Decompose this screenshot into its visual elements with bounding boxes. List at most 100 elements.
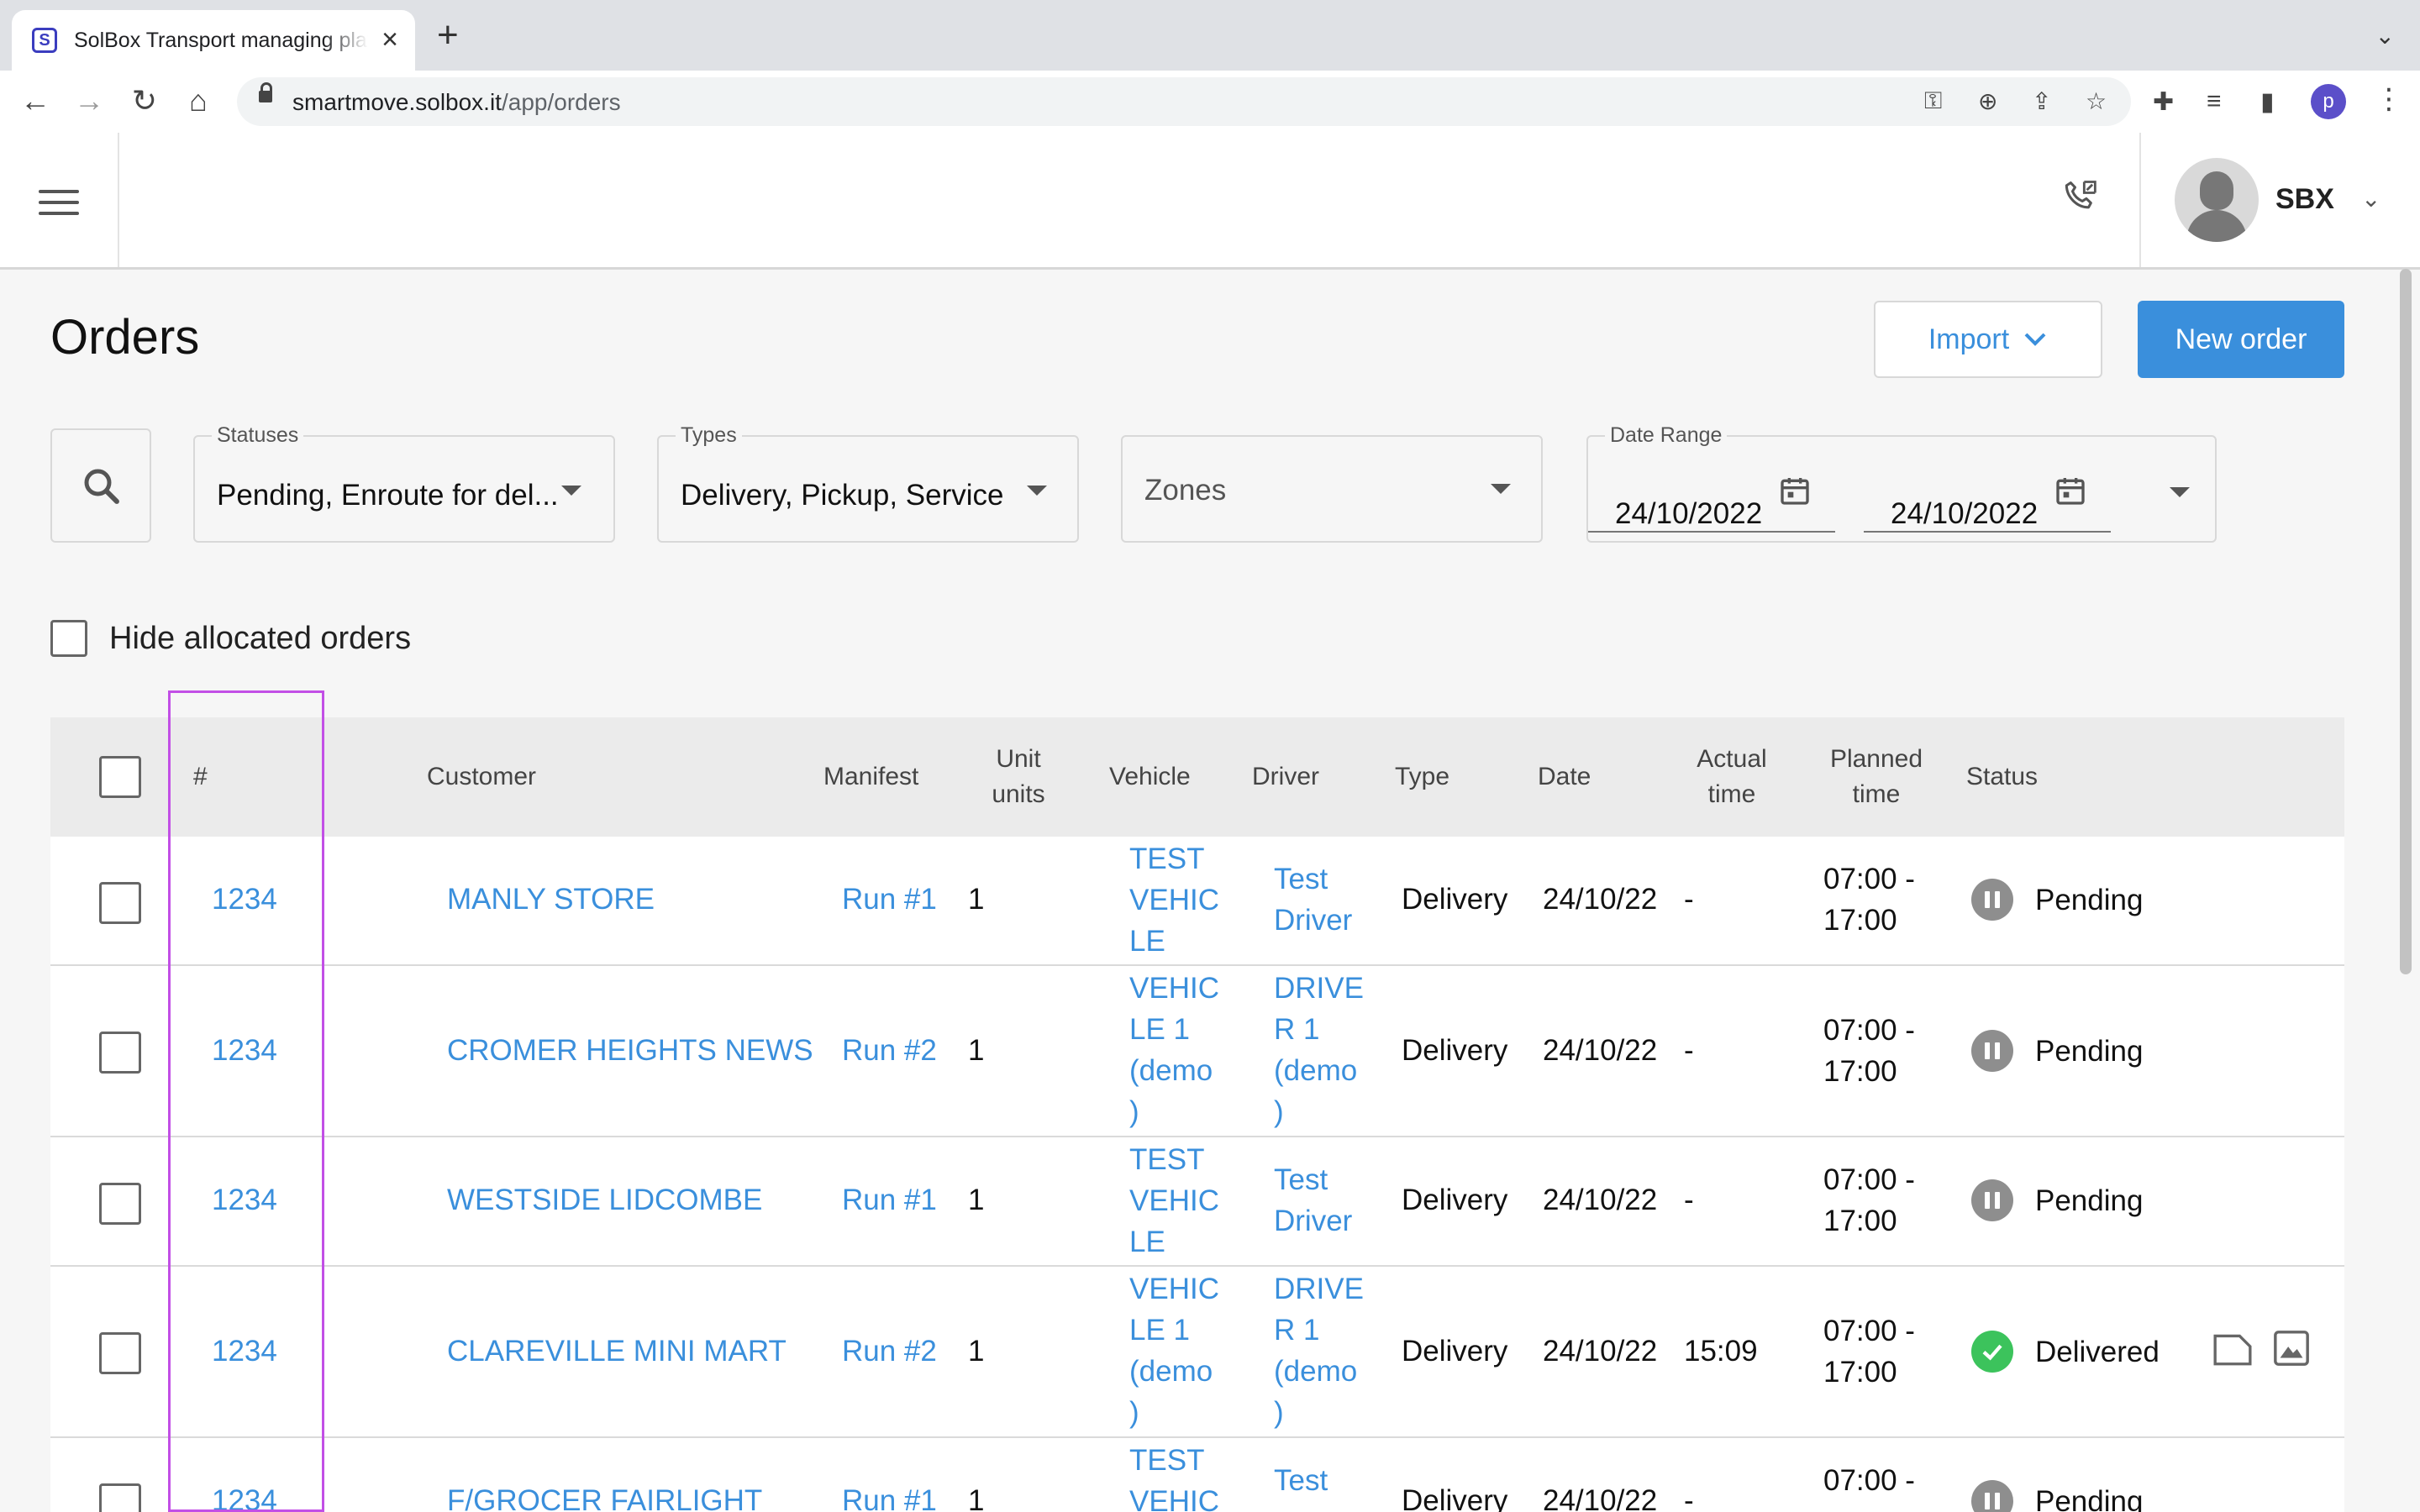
date-range-label: Date Range [1605, 423, 1728, 448]
driver-link[interactable]: DRIVE R 1 (demo) [1274, 968, 1364, 1132]
customer-link[interactable]: WESTSIDE LIDCOMBE [447, 1179, 762, 1221]
zones-select[interactable]: Zones [1121, 435, 1543, 543]
zoom-icon[interactable]: ⊕ [1978, 87, 1997, 115]
page-scrollbar[interactable] [2400, 269, 2412, 974]
table-row[interactable]: 1234 MANLY STORE Run #1 1 TEST VEHIC LE Te… [50, 837, 2344, 966]
vehicle-link[interactable]: TEST VEHIC LE [1129, 838, 1219, 962]
column-header-customer[interactable]: Customer [427, 717, 536, 837]
side-panel-icon[interactable]: ▮ [2260, 87, 2275, 117]
vehicle-link[interactable]: VEHIC LE 1 (demo) [1129, 968, 1219, 1132]
back-icon[interactable]: ← [17, 82, 54, 119]
column-header-planned-time[interactable]: Planned time [1822, 717, 1931, 837]
column-header-unit-units[interactable]: Unit units [978, 717, 1059, 837]
forward-icon[interactable]: → [71, 82, 108, 119]
menu-hamburger-icon[interactable] [39, 190, 79, 223]
reload-icon[interactable]: ↻ [126, 82, 163, 119]
column-header-status[interactable]: Status [1966, 717, 2038, 837]
vehicle-link[interactable]: VEHIC LE 1 (demo) [1129, 1268, 1219, 1433]
user-name[interactable]: SBX [2275, 183, 2334, 216]
import-button[interactable]: Import [1874, 301, 2102, 378]
bookmark-star-icon[interactable]: ☆ [2086, 87, 2107, 115]
browser-toolbar: ← → ↻ ⌂ smartmove.solbox.it/app/orders ⚿… [0, 71, 2420, 134]
date-from-input[interactable]: 24/10/2022 [1588, 470, 1835, 533]
order-number-link[interactable]: 1234 [212, 1179, 277, 1221]
order-number-link[interactable]: 1234 [212, 879, 277, 920]
order-number-link[interactable]: 1234 [212, 1331, 277, 1372]
new-tab-icon[interactable]: + [437, 17, 459, 54]
customer-link[interactable]: F/GROCER FAIRLIGHT [447, 1480, 762, 1512]
table-row[interactable]: 1234 CLAREVILLE MINI MART Run #2 1 VEHIC… [50, 1267, 2344, 1438]
browser-menu-icon[interactable]: ⋮ [2375, 82, 2403, 116]
manifest-link[interactable]: Run #2 [842, 1030, 937, 1071]
hide-allocated-checkbox[interactable] [50, 620, 87, 657]
driver-link[interactable]: DRIVE R 1 (demo) [1274, 1268, 1364, 1433]
calendar-icon[interactable] [2054, 474, 2087, 507]
units-value: 1 [968, 1335, 985, 1368]
date-value: 24/10/22 [1543, 1184, 1658, 1216]
manifest-link[interactable]: Run #1 [842, 1179, 937, 1221]
manifest-link[interactable]: Run #1 [842, 879, 937, 920]
solbox-favicon-icon: S [32, 28, 57, 53]
row-checkbox[interactable] [99, 1032, 141, 1074]
column-header-type[interactable]: Type [1395, 717, 1449, 837]
row-checkbox[interactable] [99, 1332, 141, 1374]
column-header-driver[interactable]: Driver [1252, 717, 1319, 837]
types-select[interactable]: Types Delivery, Pickup, Service [657, 423, 1079, 543]
lock-icon [259, 82, 272, 102]
profile-avatar[interactable]: p [2311, 84, 2346, 119]
home-icon[interactable]: ⌂ [180, 82, 217, 119]
row-checkbox[interactable] [99, 882, 141, 924]
statuses-select[interactable]: Statuses Pending, Enroute for del... [193, 423, 615, 543]
driver-link[interactable]: Test Driver [1274, 1159, 1352, 1242]
share-icon[interactable]: ⇪ [2032, 87, 2051, 115]
image-icon[interactable] [2272, 1329, 2311, 1368]
manifest-link[interactable]: Run #1 [842, 1480, 937, 1512]
table-row[interactable]: 1234 WESTSIDE LIDCOMBE Run #1 1 TEST VEHI… [50, 1137, 2344, 1267]
column-header-date[interactable]: Date [1538, 717, 1591, 837]
document-icon[interactable] [2212, 1329, 2254, 1368]
table-row[interactable]: 1234 F/GROCER FAIRLIGHT Run #1 1 TEST VEH… [50, 1438, 2344, 1512]
statuses-label: Statuses [212, 423, 304, 448]
vehicle-link[interactable]: TEST VEHIC [1129, 1440, 1219, 1512]
status-text: Pending [2035, 1184, 2144, 1217]
new-order-button[interactable]: New order [2138, 301, 2344, 378]
dropdown-arrow-icon[interactable] [2170, 487, 2190, 497]
column-header-vehicle[interactable]: Vehicle [1109, 717, 1191, 837]
customer-link[interactable]: MANLY STORE [447, 879, 655, 920]
driver-link[interactable]: Test [1274, 1460, 1328, 1501]
media-control-icon[interactable]: ≡ [2207, 87, 2222, 116]
row-checkbox[interactable] [99, 1183, 141, 1225]
chevron-down-icon[interactable]: ⌄ [2361, 185, 2381, 213]
customer-link[interactable]: CLAREVILLE MINI MART [447, 1331, 786, 1372]
table-row[interactable]: 1234 CROMER HEIGHTS NEWS Run #2 1 VEHIC L… [50, 966, 2344, 1137]
vehicle-link[interactable]: TEST VEHIC LE [1129, 1139, 1219, 1263]
column-header-number[interactable]: # [193, 717, 208, 837]
date-to-input[interactable]: 24/10/2022 [1864, 470, 2111, 533]
manifest-link[interactable]: Run #2 [842, 1331, 937, 1372]
order-number-link[interactable]: 1234 [212, 1030, 277, 1071]
extensions-icon[interactable]: ✚ [2153, 87, 2174, 117]
column-header-manifest[interactable]: Manifest [823, 717, 918, 837]
select-all-checkbox[interactable] [99, 756, 141, 798]
type-value: Delivery [1402, 1034, 1508, 1067]
search-button[interactable] [50, 428, 151, 543]
browser-tab[interactable]: S SolBox Transport managing platform × [12, 10, 415, 71]
tab-search-chevron-icon[interactable]: ⌄ [2375, 22, 2395, 50]
close-tab-icon[interactable]: × [381, 25, 398, 54]
actual-time-value: - [1684, 1034, 1694, 1067]
password-key-icon[interactable]: ⚿ [1924, 87, 1942, 115]
hide-allocated-toggle[interactable]: Hide allocated orders [50, 620, 411, 657]
user-avatar[interactable] [2175, 158, 2259, 242]
address-bar[interactable]: smartmove.solbox.it/app/orders ⚿ ⊕ ⇪ ☆ [237, 77, 2131, 126]
date-value: 24/10/22 [1543, 1335, 1658, 1368]
calendar-icon[interactable] [1778, 474, 1812, 507]
phone-call-icon[interactable] [2059, 176, 2102, 220]
driver-link[interactable]: Test Driver [1274, 858, 1352, 941]
column-header-actual-time[interactable]: Actual time [1686, 717, 1778, 837]
order-number-link[interactable]: 1234 [212, 1480, 277, 1512]
types-label: Types [676, 423, 742, 448]
status-text: Pending [2035, 1034, 2144, 1068]
customer-link[interactable]: CROMER HEIGHTS NEWS [447, 1030, 813, 1071]
row-checkbox[interactable] [99, 1483, 141, 1512]
date-range-picker[interactable]: Date Range 24/10/2022 24/10/2022 [1586, 423, 2217, 543]
